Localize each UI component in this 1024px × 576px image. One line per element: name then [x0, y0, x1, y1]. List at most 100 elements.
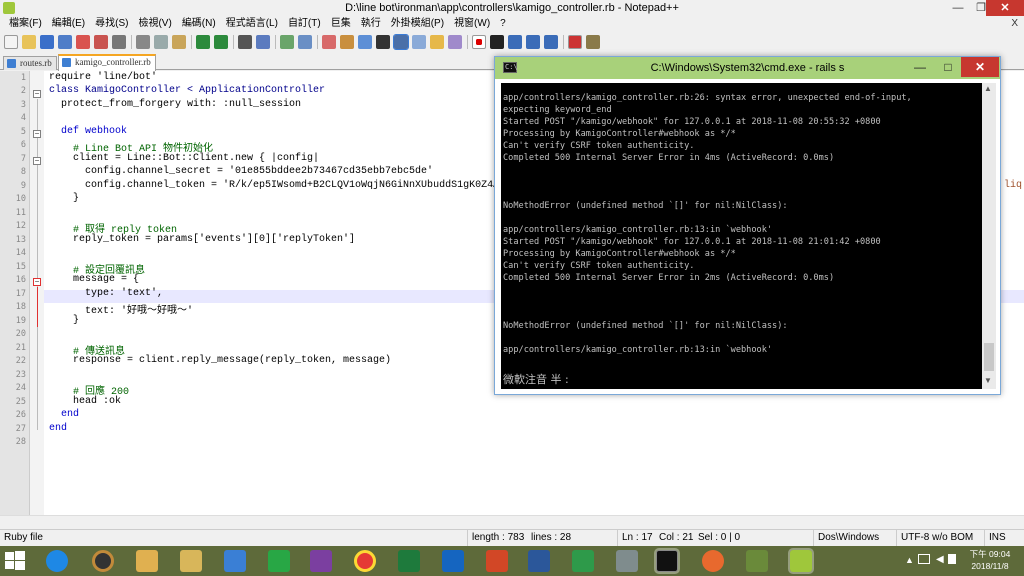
menu-search[interactable]: 尋找(S)	[90, 16, 133, 32]
close-button[interactable]: ✕	[986, 0, 1024, 16]
window-titlebar[interactable]: D:\line bot\ironman\app\controllers\kami…	[0, 0, 1024, 16]
code-line: head :ok	[49, 396, 122, 407]
line-app-icon[interactable]	[268, 550, 290, 572]
play-macro-icon[interactable]	[508, 35, 522, 49]
spell-options-icon[interactable]	[586, 35, 600, 49]
tray-up-arrow-icon[interactable]: ▲	[905, 555, 914, 565]
horizontal-scrollbar[interactable]	[0, 515, 1024, 528]
play-multiple-icon[interactable]	[526, 35, 540, 49]
close-document-button[interactable]: X	[1011, 16, 1018, 32]
cmd-taskbar-icon[interactable]	[654, 548, 680, 574]
notepadpp-taskbar-icon[interactable]	[788, 548, 814, 574]
cmd-maximize-button[interactable]: □	[935, 57, 961, 77]
menu-encoding[interactable]: 編碼(N)	[177, 16, 221, 32]
cmd-scroll-thumb[interactable]	[984, 343, 994, 371]
tab-routes[interactable]: routes.rb	[3, 56, 57, 70]
cut-icon[interactable]	[136, 35, 150, 49]
code-overflow-text: liq	[1004, 180, 1023, 191]
scroll-down-arrow-icon[interactable]: ▼	[984, 376, 992, 385]
status-lines: lines : 28	[531, 532, 572, 543]
lizard-app-icon[interactable]	[746, 550, 768, 572]
close-all-icon[interactable]	[94, 35, 108, 49]
fold-toggle[interactable]: −	[33, 130, 41, 138]
start-windows-icon[interactable]	[2, 548, 28, 574]
outlook-icon[interactable]	[442, 550, 464, 572]
save-macro-icon[interactable]	[544, 35, 558, 49]
scroll-up-arrow-icon[interactable]: ▲	[984, 84, 992, 93]
app-folder-icon[interactable]	[180, 550, 202, 572]
menu-macro[interactable]: 巨集	[326, 16, 356, 32]
line-number: 10	[15, 194, 26, 204]
spreadsheet-app-icon[interactable]	[572, 550, 594, 572]
onenote-icon[interactable]	[310, 550, 332, 572]
function-list-icon[interactable]	[430, 35, 444, 49]
menu-plugins[interactable]: 外掛模組(P)	[386, 16, 449, 32]
save-icon[interactable]	[40, 35, 54, 49]
stop-macro-icon[interactable]	[490, 35, 504, 49]
console-line: app/controllers/kamigo_controller.rb:13:…	[503, 225, 773, 235]
word-icon[interactable]	[528, 550, 550, 572]
zoom-in-icon[interactable]	[280, 35, 294, 49]
menu-view[interactable]: 檢視(V)	[133, 16, 176, 32]
toolbar-separator	[131, 35, 132, 49]
cmd-minimize-button[interactable]: —	[907, 57, 933, 77]
fold-toggle[interactable]: −	[33, 278, 41, 286]
menu-window[interactable]: 視窗(W)	[449, 16, 495, 32]
spell-check-icon[interactable]	[568, 35, 582, 49]
indent-guide-icon[interactable]	[393, 34, 409, 50]
console-output[interactable]: app/controllers/kamigo_controller.rb:26:…	[501, 83, 982, 389]
menu-run[interactable]: 執行	[356, 16, 386, 32]
cmd-window[interactable]: C:\ C:\Windows\System32\cmd.exe - rails …	[494, 56, 1001, 395]
save-all-icon[interactable]	[58, 35, 72, 49]
print-icon[interactable]	[112, 35, 126, 49]
menu-help[interactable]: ?	[495, 16, 511, 32]
internet-explorer-icon[interactable]	[46, 550, 68, 572]
network-icon[interactable]	[948, 554, 956, 564]
menu-language[interactable]: 程式語言(L)	[221, 16, 283, 32]
console-line: Processing by KamigoController#webhook a…	[503, 129, 736, 139]
record-macro-icon[interactable]	[472, 35, 486, 49]
fold-toggle[interactable]: −	[33, 157, 41, 165]
fold-toggle[interactable]: −	[33, 90, 41, 98]
find-icon[interactable]	[238, 35, 252, 49]
status-bar: Ruby file length : 783 lines : 28 Ln : 1…	[0, 529, 1024, 546]
console-line: Can't verify CSRF token authenticity.	[503, 141, 695, 151]
folder-workspace-icon[interactable]	[448, 35, 462, 49]
console-line: Completed 500 Internal Server Error in 4…	[503, 153, 835, 163]
file-explorer-icon[interactable]	[136, 550, 158, 572]
powerpoint-icon[interactable]	[486, 550, 508, 572]
menu-file[interactable]: 檔案(F)	[4, 16, 47, 32]
menu-settings[interactable]: 自訂(T)	[283, 16, 326, 32]
cmd-titlebar[interactable]: C:\ C:\Windows\System32\cmd.exe - rails …	[495, 57, 1000, 79]
undo-icon[interactable]	[196, 35, 210, 49]
sync-horizontal-icon[interactable]	[340, 35, 354, 49]
show-all-chars-icon[interactable]	[376, 35, 390, 49]
replace-icon[interactable]	[256, 35, 270, 49]
close-file-icon[interactable]	[76, 35, 90, 49]
display-icon[interactable]	[918, 554, 930, 564]
redo-icon[interactable]	[214, 35, 228, 49]
line-number: 19	[15, 316, 26, 326]
cmd-close-button[interactable]: ✕	[961, 57, 999, 77]
console-line: Started POST "/kamigo/webhook" for 127.0…	[503, 117, 881, 127]
sublime-icon[interactable]	[702, 550, 724, 572]
line-number: 24	[15, 383, 26, 393]
open-file-icon[interactable]	[22, 35, 36, 49]
zoom-out-icon[interactable]	[298, 35, 312, 49]
media-player-icon[interactable]	[92, 550, 114, 572]
chrome-icon[interactable]	[354, 550, 376, 572]
paste-icon[interactable]	[172, 35, 186, 49]
new-file-icon[interactable]	[4, 35, 18, 49]
tab-kamigo-controller[interactable]: kamigo_controller.rb	[58, 54, 156, 71]
word-wrap-icon[interactable]	[358, 35, 372, 49]
copy-icon[interactable]	[154, 35, 168, 49]
excel-icon[interactable]	[398, 550, 420, 572]
database-icon[interactable]	[616, 550, 638, 572]
volume-icon[interactable]: ◀	[936, 554, 944, 565]
doc-map-icon[interactable]	[412, 35, 426, 49]
system-clock[interactable]: 下午 09:04 2018/11/8	[960, 548, 1020, 572]
toolbar	[0, 32, 1024, 52]
menu-edit[interactable]: 編輯(E)	[47, 16, 90, 32]
store-icon[interactable]	[224, 550, 246, 572]
sync-vertical-icon[interactable]	[322, 35, 336, 49]
